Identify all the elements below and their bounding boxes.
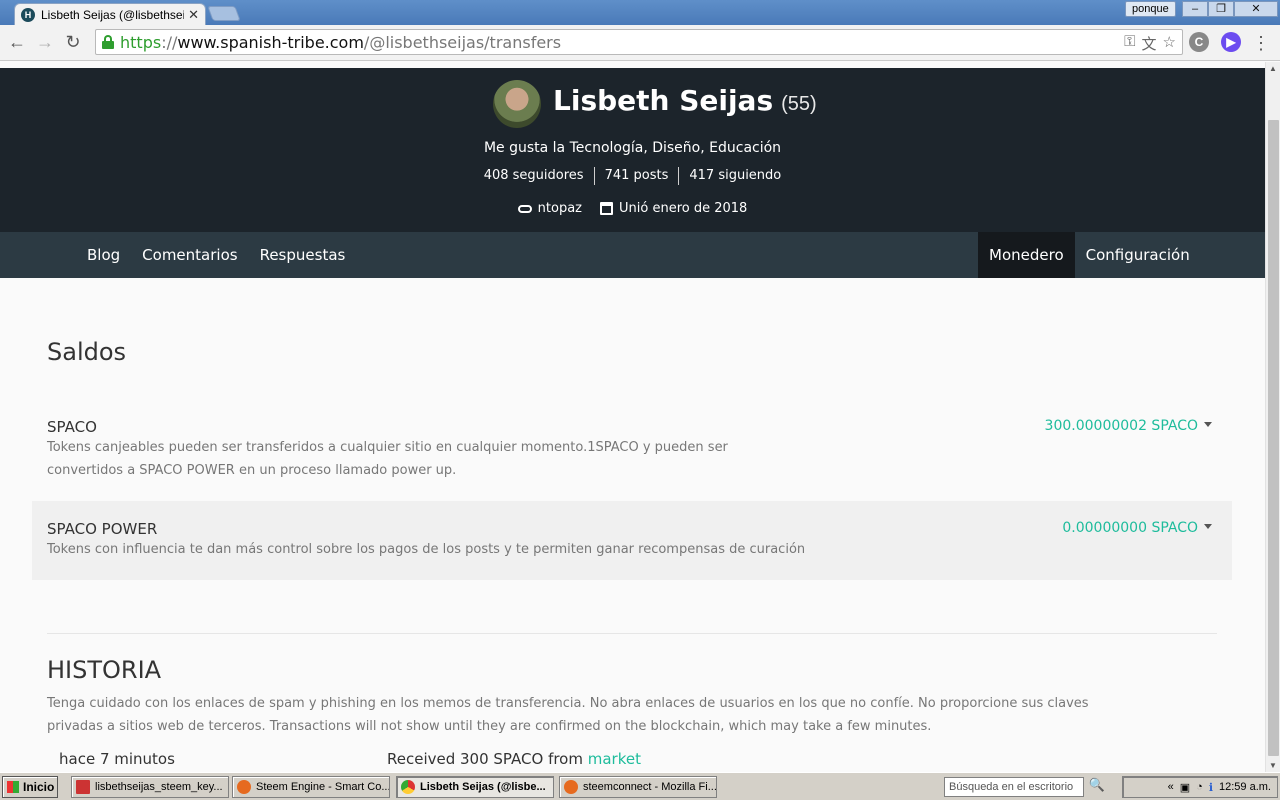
volume-icon[interactable]: ◔	[1196, 781, 1203, 793]
profile-name: Lisbeth Seijas	[553, 84, 774, 117]
page-scrollbar[interactable]: ▲ ▼	[1265, 62, 1280, 772]
transaction-description: Received 300 SPACO from market	[387, 750, 641, 768]
caret-down-icon	[1204, 422, 1212, 427]
avatar[interactable]	[493, 80, 541, 128]
system-tray: « ▣ ◔ ℹ 12:59 a.m.	[1122, 776, 1278, 798]
taskbar-item-pdf[interactable]: lisbethseijas_steem_key...	[71, 776, 229, 798]
profile-stats: 408 seguidores 741 posts 417 siguiendo	[0, 167, 1265, 185]
start-button[interactable]: Inicio	[2, 776, 58, 798]
windows-logo-icon	[7, 781, 19, 793]
scroll-up-icon[interactable]: ▲	[1269, 64, 1277, 73]
spaco-balance-dropdown[interactable]: 300.00000002 SPACO	[1045, 418, 1212, 434]
scroll-down-icon[interactable]: ▼	[1269, 761, 1277, 770]
tab-close-icon[interactable]: ✕	[188, 7, 199, 23]
tab-blog[interactable]: Blog	[76, 232, 131, 278]
tab-settings[interactable]: Configuración	[1075, 232, 1201, 278]
transaction-time: hace 7 minutos	[59, 750, 175, 768]
following-count[interactable]: 417 siguiendo	[679, 167, 791, 185]
profile-tabs: Blog Comentarios Respuestas Monedero Con…	[0, 232, 1265, 278]
reload-icon[interactable]: ↻	[59, 29, 87, 57]
tray-expand-icon[interactable]: «	[1168, 781, 1174, 793]
forward-icon[interactable]: →	[31, 29, 59, 57]
link-icon	[517, 204, 532, 213]
profile-header: Lisbeth Seijas (55) Me gusta la Tecnolog…	[0, 68, 1265, 232]
firefox-icon	[564, 780, 578, 794]
url-text: https://www.spanish-tribe.com/@lisbethse…	[120, 32, 562, 52]
bookmark-star-icon[interactable]: ☆	[1163, 33, 1176, 54]
taskbar-item-chrome[interactable]: Lisbeth Seijas (@lisbe...	[396, 776, 554, 798]
caret-down-icon	[1204, 524, 1212, 529]
tab-title: Lisbeth Seijas (@lisbethseijas	[41, 7, 184, 22]
clock[interactable]: 12:59 a.m.	[1219, 781, 1271, 793]
desktop-search-input[interactable]: Búsqueda en el escritorio	[944, 777, 1084, 797]
calendar-icon	[600, 202, 614, 215]
history-warning: Tenga cuidado con los enlaces de spam y …	[47, 696, 1089, 734]
page-viewport: Lisbeth Seijas (55) Me gusta la Tecnolog…	[0, 62, 1265, 772]
tab-replies[interactable]: Respuestas	[249, 232, 357, 278]
profile-chip[interactable]: ponque	[1125, 1, 1176, 17]
network-icon[interactable]: ▣	[1180, 781, 1190, 794]
new-tab-button[interactable]	[207, 6, 241, 21]
pdf-icon	[76, 780, 90, 794]
search-icon[interactable]: 🔍	[1086, 777, 1108, 797]
spaco-power-balance-dropdown[interactable]: 0.00000000 SPACO	[1062, 520, 1212, 536]
history-title: HISTORIA	[47, 656, 162, 684]
balance-name: SPACO POWER	[47, 520, 158, 538]
website-link[interactable]: ntopaz	[517, 201, 582, 216]
section-divider	[47, 633, 1217, 634]
tab-wallet[interactable]: Monedero	[978, 232, 1075, 278]
restore-button[interactable]: ❐	[1208, 1, 1234, 17]
extension-c-icon[interactable]: C	[1189, 32, 1209, 52]
info-icon[interactable]: ℹ	[1209, 781, 1213, 794]
reputation-score: (55)	[781, 93, 817, 115]
key-icon[interactable]: ⚿	[1124, 33, 1135, 54]
scroll-thumb[interactable]	[1268, 120, 1279, 756]
browser-menu-icon[interactable]: ⋮	[1252, 33, 1270, 54]
minimize-button[interactable]: –	[1182, 1, 1208, 17]
balance-row-spaco: SPACO Tokens canjeables pueden ser trans…	[32, 414, 1232, 499]
profile-meta: ntopaz Unió enero de 2018	[0, 201, 1265, 216]
extension-play-icon[interactable]: ▶	[1221, 32, 1241, 52]
balance-row-spaco-power: SPACO POWER Tokens con influencia te dan…	[32, 501, 1232, 580]
close-window-button[interactable]: ✕	[1234, 1, 1278, 17]
address-bar[interactable]: https://www.spanish-tribe.com/@lisbethse…	[95, 29, 1183, 55]
joined-date: Unió enero de 2018	[600, 201, 747, 216]
profile-bio: Me gusta la Tecnología, Diseño, Educació…	[483, 140, 782, 156]
firefox-icon	[237, 780, 251, 794]
balance-description: Tokens canjeables pueden ser transferido…	[47, 440, 728, 478]
site-favicon-icon: H	[21, 7, 35, 22]
taskbar-item-firefox-1[interactable]: Steem Engine - Smart Co...	[232, 776, 390, 798]
chrome-icon	[401, 780, 415, 794]
lock-icon	[102, 35, 114, 49]
back-icon[interactable]: ←	[3, 29, 31, 57]
balance-name: SPACO	[47, 418, 97, 436]
followers-count[interactable]: 408 seguidores	[474, 167, 595, 185]
balances-title: Saldos	[47, 338, 127, 366]
tab-strip: H Lisbeth Seijas (@lisbethseijas ✕ ponqu…	[0, 0, 1280, 25]
taskbar-item-firefox-2[interactable]: steemconnect - Mozilla Fi...	[559, 776, 717, 798]
tab-comments[interactable]: Comentarios	[131, 232, 248, 278]
balance-description: Tokens con influencia te dan más control…	[47, 542, 806, 557]
browser-tab[interactable]: H Lisbeth Seijas (@lisbethseijas ✕	[14, 3, 206, 25]
taskbar: Inicio lisbethseijas_steem_key... Steem …	[0, 772, 1280, 800]
transaction-user-link[interactable]: market	[588, 750, 641, 768]
posts-count: 741 posts	[595, 167, 680, 185]
translate-icon[interactable]: 文	[1142, 33, 1157, 54]
